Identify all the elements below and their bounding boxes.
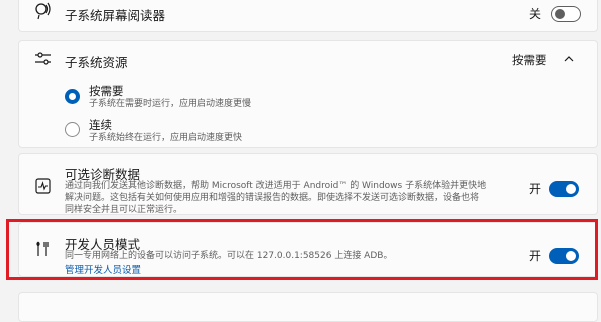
next-card xyxy=(18,292,598,322)
resources-title: 子系统资源 xyxy=(65,55,128,70)
option-on-demand[interactable]: 按需要 子系统在需要时运行，应用启动速度更慢 xyxy=(19,77,597,113)
radio-continuous[interactable] xyxy=(65,122,80,137)
screen-reader-state: 关 xyxy=(529,7,542,21)
chevron-up-icon[interactable] xyxy=(563,53,575,65)
diagnostics-desc-line3: 同样安全并且可以正常运行。 xyxy=(65,205,183,215)
screen-reader-card: 子系统屏幕阅读器 关 xyxy=(18,0,598,32)
highlight-frame xyxy=(6,219,598,280)
diagnostics-icon xyxy=(33,176,53,196)
option-continuous[interactable]: 连续 子系统始终在运行，应用启动速度更快 xyxy=(19,114,597,148)
diagnostics-card: 可选诊断数据 通过向我们发送其他诊断数据，帮助 Microsoft 改进适用于 … xyxy=(18,153,598,215)
option-continuous-desc: 子系统始终在运行，应用启动速度更快 xyxy=(89,133,243,143)
resources-value: 按需要 xyxy=(512,53,547,67)
screen-reader-icon xyxy=(33,1,53,21)
resources-header[interactable]: 子系统资源 按需要 xyxy=(19,41,597,77)
resources-card: 子系统资源 按需要 按需要 子系统在需要时运行，应用启动速度更慢 连续 子系统始… xyxy=(18,40,598,148)
sliders-icon xyxy=(33,49,53,69)
radio-on-demand[interactable] xyxy=(65,89,80,104)
screen-reader-toggle[interactable] xyxy=(551,6,581,22)
diagnostics-toggle[interactable] xyxy=(549,181,579,197)
screen-reader-title: 子系统屏幕阅读器 xyxy=(65,8,166,23)
option-on-demand-desc: 子系统在需要时运行，应用启动速度更慢 xyxy=(89,99,252,109)
diagnostics-state: 开 xyxy=(529,182,542,196)
